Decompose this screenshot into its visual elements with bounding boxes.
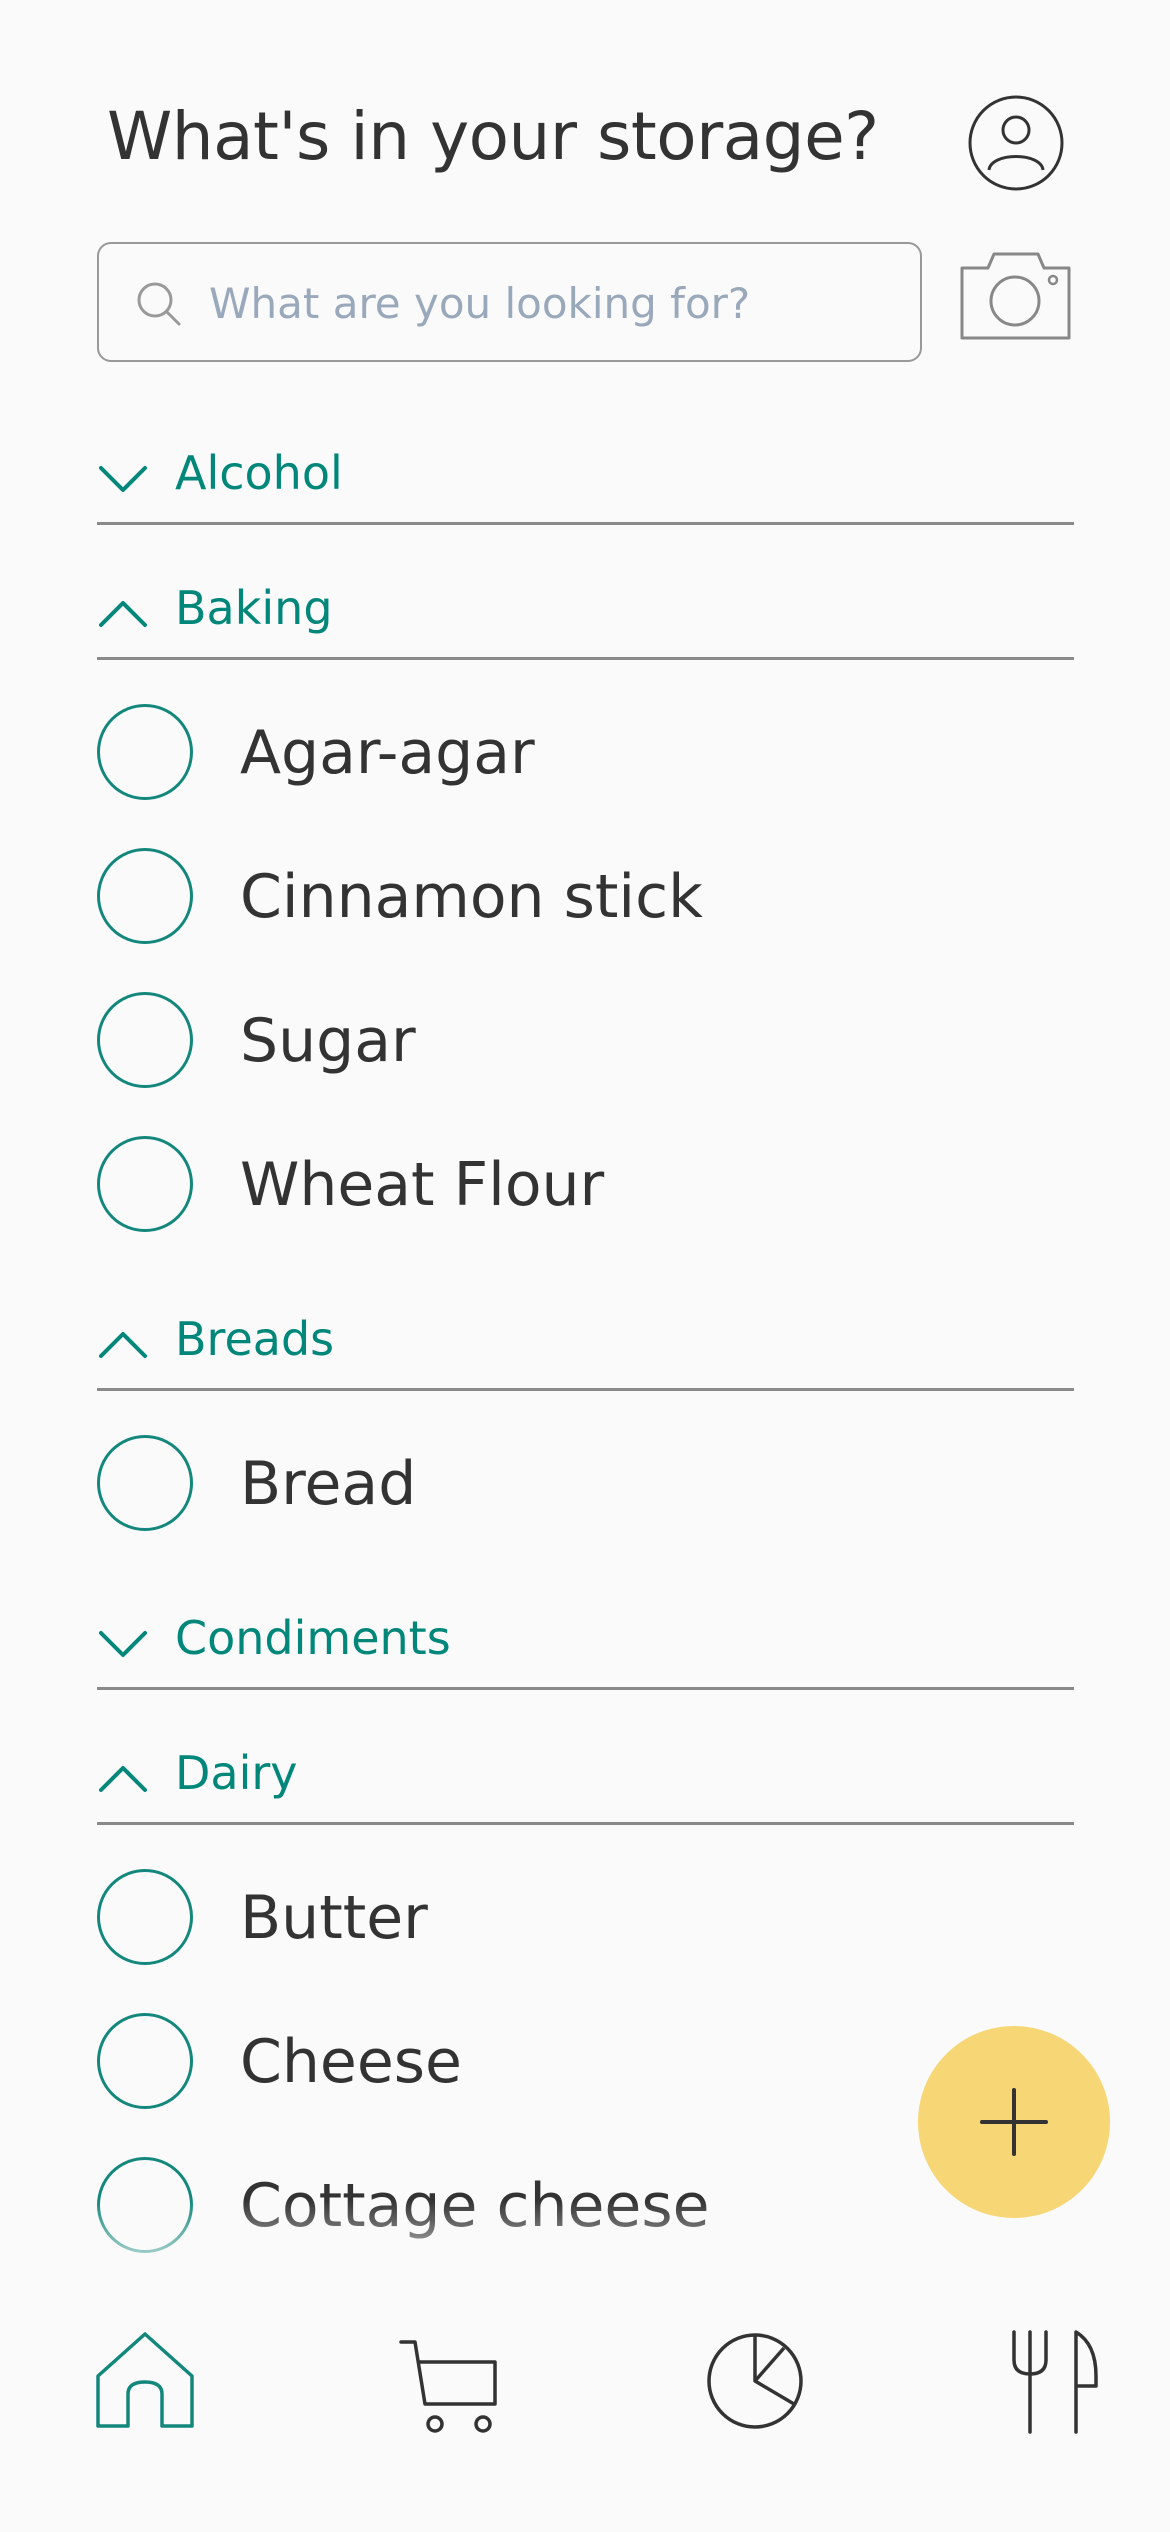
item-checkbox[interactable] (97, 1869, 193, 1965)
storage-list: Alcohol Baking Agar-agar Cinnamon stick … (0, 440, 1170, 2277)
item-name: Cheese (240, 2027, 462, 2097)
search-bar[interactable] (97, 242, 922, 362)
category-alcohol[interactable]: Alcohol (97, 440, 1074, 525)
list-item: Agar-agar (97, 680, 1074, 824)
item-name: Sugar (240, 1006, 416, 1076)
category-breads[interactable]: Breads (97, 1306, 1074, 1391)
list-item: Bread (97, 1411, 1074, 1555)
page-title: What's in your storage? (107, 98, 879, 175)
category-label: Condiments (175, 1611, 451, 1665)
category-baking[interactable]: Baking (97, 575, 1074, 660)
category-dairy[interactable]: Dairy (97, 1740, 1074, 1825)
header: What's in your storage? (0, 0, 1170, 440)
item-checkbox[interactable] (97, 848, 193, 944)
list-item: Wheat Flour (97, 1112, 1074, 1256)
fork-knife-icon[interactable] (1000, 2326, 1110, 2436)
list-item: Butter (97, 1845, 1074, 1989)
list-item: Sugar (97, 968, 1074, 1112)
chevron-up-icon (99, 601, 147, 627)
item-checkbox[interactable] (97, 992, 193, 1088)
bottom-nav (0, 2290, 1170, 2532)
home-icon[interactable] (90, 2326, 200, 2436)
category-label: Breads (175, 1312, 335, 1366)
category-condiments[interactable]: Condiments (97, 1605, 1074, 1690)
category-label: Baking (175, 581, 333, 635)
item-name: Cottage cheese (240, 2171, 710, 2241)
pie-chart-icon[interactable] (700, 2326, 810, 2436)
item-name: Butter (240, 1883, 428, 1953)
item-checkbox[interactable] (97, 1136, 193, 1232)
plus-icon (980, 2088, 1048, 2156)
search-input[interactable] (207, 268, 901, 338)
item-checkbox[interactable] (97, 1435, 193, 1531)
chevron-down-icon (99, 466, 147, 492)
chevron-up-icon (99, 1332, 147, 1358)
add-item-button[interactable] (918, 2026, 1110, 2218)
item-name: Wheat Flour (240, 1150, 605, 1220)
camera-icon[interactable] (958, 248, 1073, 344)
category-label: Dairy (175, 1746, 298, 1800)
list-item: Cinnamon stick (97, 824, 1074, 968)
item-checkbox[interactable] (97, 704, 193, 800)
item-name: Cinnamon stick (240, 862, 703, 932)
chevron-up-icon (99, 1766, 147, 1792)
category-label: Alcohol (175, 446, 343, 500)
profile-icon[interactable] (967, 94, 1065, 192)
item-checkbox[interactable] (97, 2013, 193, 2109)
item-name: Agar-agar (240, 718, 535, 788)
chevron-down-icon (99, 1631, 147, 1657)
search-icon (137, 282, 181, 326)
item-checkbox[interactable] (97, 2157, 193, 2253)
cart-icon[interactable] (395, 2326, 505, 2436)
item-name: Bread (240, 1449, 417, 1519)
